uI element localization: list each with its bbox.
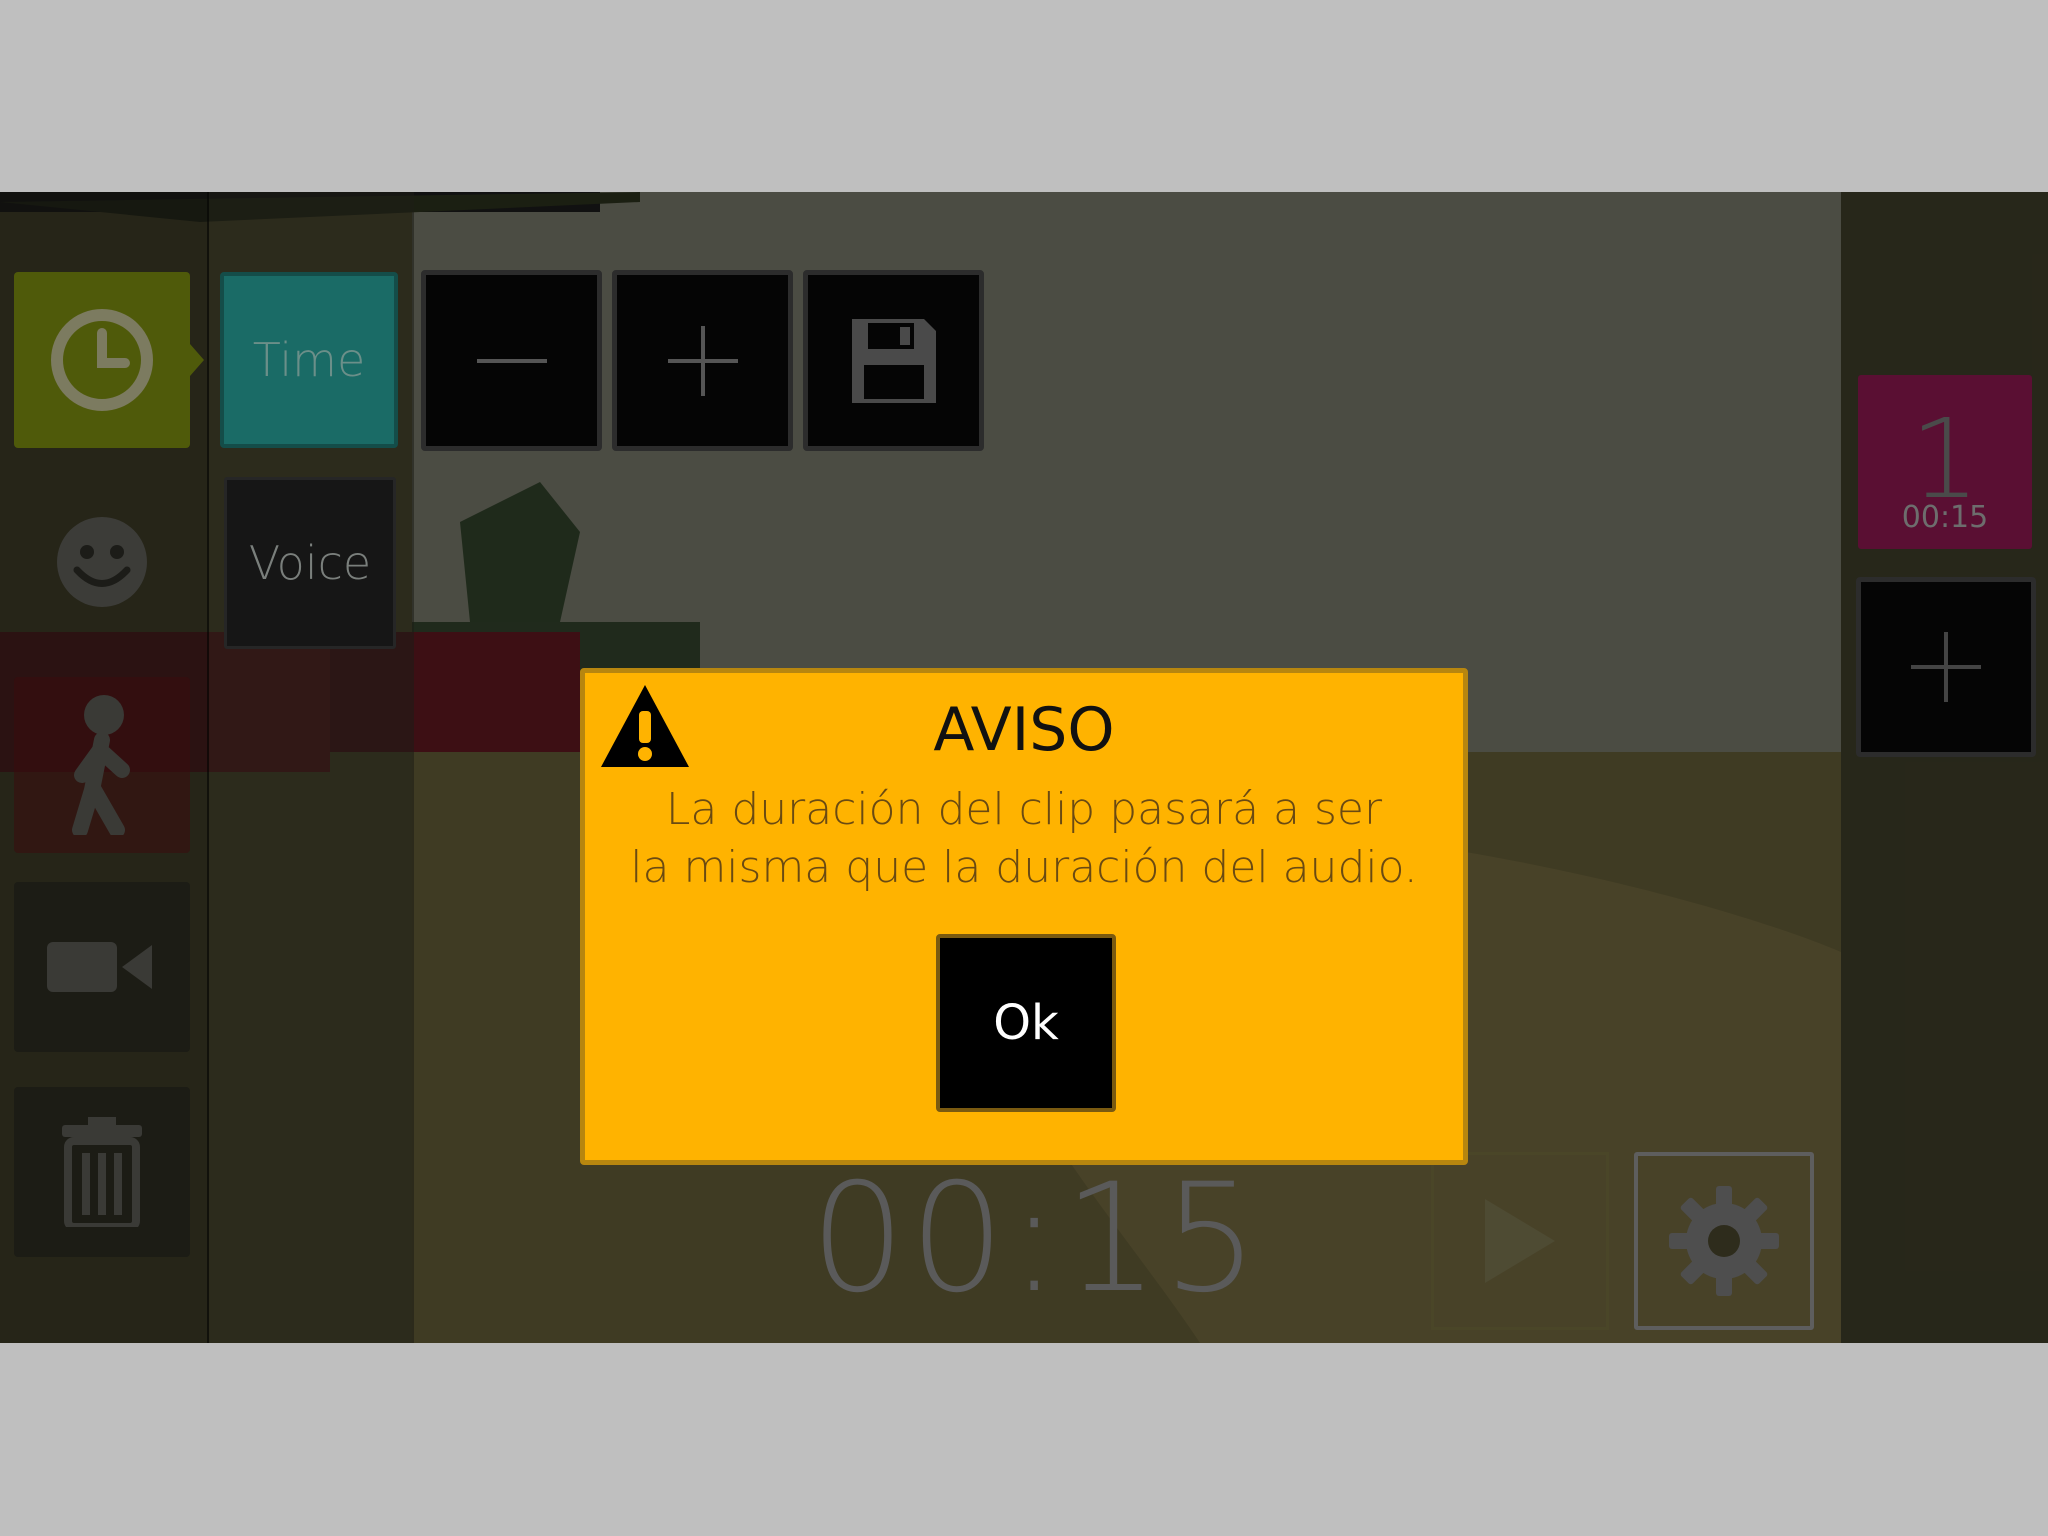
tab-time-label: Time bbox=[252, 333, 366, 387]
minus-icon bbox=[476, 358, 547, 363]
trash-icon bbox=[62, 1117, 142, 1227]
action-tab[interactable] bbox=[14, 677, 190, 853]
face-tab[interactable] bbox=[14, 477, 190, 647]
play-button[interactable] bbox=[1431, 1152, 1609, 1330]
camera-tab[interactable] bbox=[14, 882, 190, 1052]
dialog-title: AVISO bbox=[933, 695, 1115, 765]
timeline-timer: 00:15 bbox=[810, 1152, 1263, 1326]
warning-dialog: AVISO La duración del clip pasará a ser … bbox=[580, 668, 1468, 1165]
active-tab-pointer bbox=[190, 344, 204, 376]
tab-voice-label: Voice bbox=[248, 536, 372, 590]
clip-duration: 00:15 bbox=[1901, 500, 1989, 535]
dialog-message-line-1: La duración del clip pasará a ser bbox=[665, 784, 1383, 835]
app-window: Time Voice 1 00:15 00:15 AVISO La duraci… bbox=[0, 192, 2048, 1343]
delete-tab[interactable] bbox=[14, 1087, 190, 1257]
ok-button[interactable]: Ok bbox=[936, 934, 1116, 1112]
clock-icon bbox=[51, 309, 153, 411]
video-camera-icon bbox=[47, 942, 152, 992]
play-icon bbox=[1485, 1199, 1555, 1283]
clock-tab[interactable] bbox=[14, 272, 190, 448]
add-clip-button[interactable] bbox=[1856, 577, 2036, 757]
plus-icon bbox=[1911, 632, 1981, 702]
floppy-disk-icon bbox=[851, 318, 936, 403]
right-sidebar bbox=[1841, 192, 2048, 1343]
save-button[interactable] bbox=[803, 270, 984, 451]
clip-card[interactable]: 1 00:15 bbox=[1858, 375, 2032, 549]
plus-icon bbox=[667, 325, 738, 396]
tab-voice[interactable]: Voice bbox=[224, 477, 396, 649]
smiley-icon bbox=[57, 517, 147, 607]
dialog-message: La duración del clip pasará a ser la mis… bbox=[585, 781, 1463, 897]
tab-time[interactable]: Time bbox=[220, 272, 398, 448]
dialog-message-line-2: la misma que la duración del audio. bbox=[630, 842, 1418, 893]
gear-icon bbox=[1669, 1186, 1779, 1296]
walking-person-icon bbox=[72, 695, 130, 835]
settings-button[interactable] bbox=[1634, 1152, 1814, 1330]
decrease-button[interactable] bbox=[421, 270, 602, 451]
increase-button[interactable] bbox=[612, 270, 793, 451]
